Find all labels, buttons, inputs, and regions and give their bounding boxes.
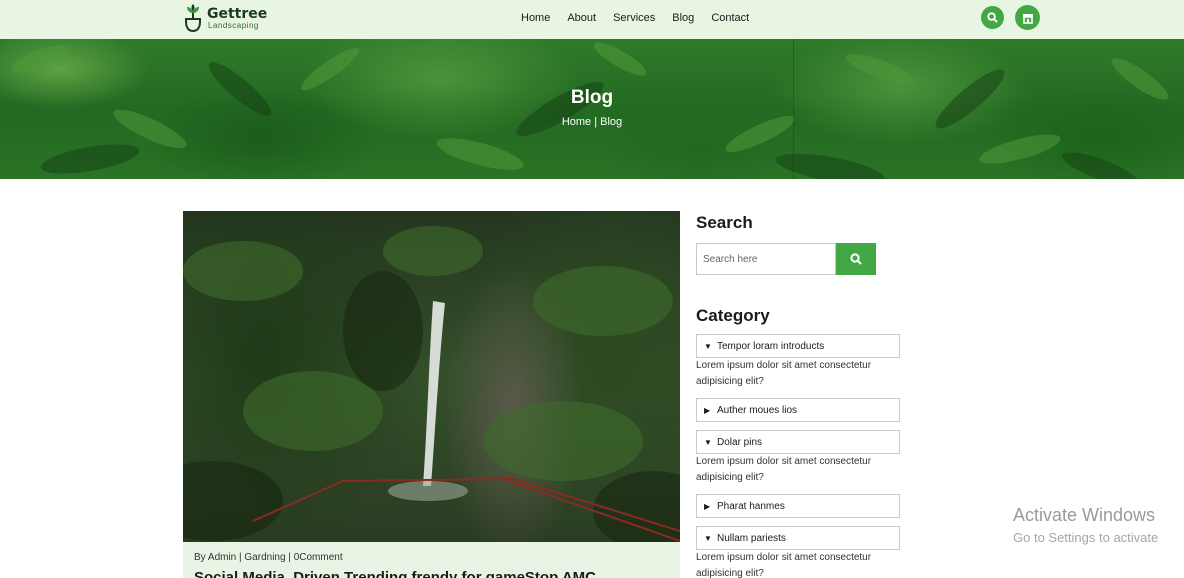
nav-contact[interactable]: Contact [711,12,749,24]
activation-watermark-title: Activate Windows [1013,505,1156,525]
category-label: Pharat hanmes [717,500,785,512]
post-title[interactable]: Social Media, Driven Trending frendy for… [194,569,596,578]
page-title: Blog [570,87,614,108]
breadcrumb[interactable]: Home | Blog [0,116,1184,128]
caret-down-icon: ▼ [704,341,712,351]
banner-divider [793,39,794,179]
category-description: Lorem ipsum dolor sit amet consectetur a… [696,552,872,578]
category-description: Lorem ipsum dolor sit amet consectetur a… [696,456,872,483]
waterfall-photo [183,226,680,542]
category-label: Dolar pins [717,436,763,448]
brand-logo[interactable]: Gettree Landscaping [183,4,267,32]
nav-about[interactable]: About [567,12,596,24]
category-item[interactable]: ▼ Nullam pariests [696,526,900,550]
search-icon [987,12,998,23]
search-input[interactable] [696,243,836,275]
category-label: Auther moues lios [717,404,798,416]
site-header: Gettree Landscaping Home About Services … [0,0,1184,39]
header-search-button[interactable] [981,6,1004,29]
post-meta: By Admin | Gardning | 0Comment [194,552,343,563]
brand-tagline: Landscaping [208,20,259,30]
search-button[interactable] [836,243,876,275]
post-featured-image[interactable] [183,211,680,542]
foliage-background [11,42,1169,179]
caret-right-icon: ▶ [704,405,711,415]
nav-services[interactable]: Services [613,12,655,24]
header-shop-button[interactable] [1015,5,1040,30]
category-label: Tempor loram introducts [717,340,825,352]
caret-down-icon: ▼ [704,437,712,447]
main-nav: Home About Services Blog Contact [521,0,766,36]
nav-home[interactable]: Home [521,12,550,24]
page-hero-banner: Blog Home | Blog [0,39,1184,179]
search-icon [850,253,862,265]
category-item[interactable]: ▶ Auther moues lios [696,398,900,422]
category-heading: Category [696,306,770,325]
nav-blog[interactable]: Blog [672,12,694,24]
search-heading: Search [696,213,753,232]
brand-name: Gettree [207,5,268,22]
caret-right-icon: ▶ [704,501,711,511]
category-description: Lorem ipsum dolor sit amet consectetur a… [696,360,872,387]
store-icon [1022,13,1033,24]
leaf-logo-icon [185,4,201,32]
category-item[interactable]: ▼ Tempor loram introducts [696,334,900,358]
category-item[interactable]: ▶ Pharat hanmes [696,494,900,518]
caret-down-icon: ▼ [704,533,712,543]
category-item[interactable]: ▼ Dolar pins [696,430,900,454]
category-label: Nullam pariests [717,532,786,544]
activation-watermark-subtitle[interactable]: Go to Settings to activate [1013,530,1158,545]
